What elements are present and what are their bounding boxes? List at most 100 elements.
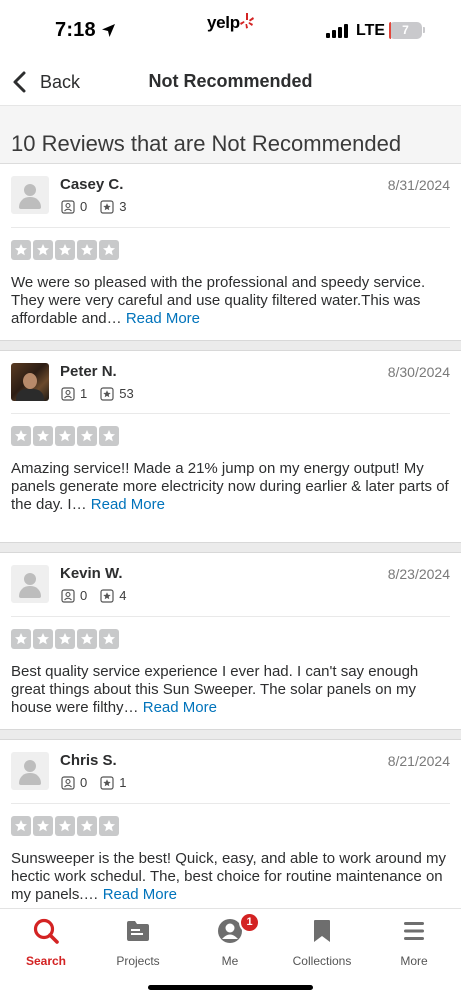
star-icon xyxy=(77,816,97,836)
review-text: Amazing service!! Made a 21% jump on my … xyxy=(11,460,450,514)
reviewer-stats: 0 4 xyxy=(61,588,139,603)
reviewer-stats: 1 53 xyxy=(61,386,147,401)
notification-badge: 1 xyxy=(239,912,260,933)
star-rating xyxy=(11,240,121,260)
star-icon xyxy=(55,816,75,836)
review-text: We were so pleased with the professional… xyxy=(11,274,450,328)
read-more-link[interactable]: Read More xyxy=(91,496,165,513)
review-text: Best quality service experience I ever h… xyxy=(11,663,450,717)
reviewer-stats: 0 3 xyxy=(61,199,139,214)
star-icon xyxy=(11,816,31,836)
divider xyxy=(11,803,450,804)
tab-projects[interactable]: Projects xyxy=(92,917,184,968)
review-item: Kevin W. 8/23/2024 0 4 Best quality serv… xyxy=(0,553,461,729)
star-icon xyxy=(55,629,75,649)
star-icon xyxy=(11,426,31,446)
review-count-icon xyxy=(100,199,114,214)
star-icon xyxy=(33,426,53,446)
reviewer-name[interactable]: Chris S. xyxy=(60,752,117,769)
navigation-bar: Back Not Recommended xyxy=(0,56,461,106)
battery-cap xyxy=(423,27,425,33)
search-icon xyxy=(33,918,59,944)
review-count: 4 xyxy=(119,588,127,603)
star-icon xyxy=(77,629,97,649)
review-date: 8/23/2024 xyxy=(387,566,450,582)
friends-icon xyxy=(61,386,75,401)
reviewer-stats: 0 1 xyxy=(61,775,139,790)
friend-count: 1 xyxy=(80,386,88,401)
friends-icon xyxy=(61,199,75,214)
tab-search[interactable]: Search xyxy=(0,917,92,968)
reviewer-name[interactable]: Peter N. xyxy=(60,363,117,380)
star-icon xyxy=(55,240,75,260)
network-type: LTE xyxy=(356,22,386,39)
tab-more[interactable]: More xyxy=(368,917,460,968)
default-avatar[interactable] xyxy=(11,565,49,603)
review-count: 1 xyxy=(119,775,127,790)
friend-count: 0 xyxy=(80,588,88,603)
review-count-icon xyxy=(100,775,114,790)
projects-icon xyxy=(127,921,149,941)
battery-level: 7 xyxy=(402,23,409,37)
star-icon xyxy=(77,426,97,446)
star-icon xyxy=(99,426,119,446)
tab-collections[interactable]: Collections xyxy=(276,917,368,968)
review-count: 3 xyxy=(119,199,127,214)
review-separator xyxy=(0,542,461,553)
review-item: Casey C. 8/31/2024 0 3 We were so please… xyxy=(0,164,461,340)
user-photo[interactable] xyxy=(11,363,49,401)
default-avatar[interactable] xyxy=(11,752,49,790)
default-avatar[interactable] xyxy=(11,176,49,214)
yelp-logo: yelp xyxy=(207,13,240,32)
star-icon xyxy=(99,629,119,649)
tab-label: Collections xyxy=(292,954,352,968)
review-separator xyxy=(0,729,461,740)
review-count: 53 xyxy=(119,386,134,401)
divider xyxy=(11,413,450,414)
location-arrow-icon xyxy=(102,24,115,37)
section-header: 10 Reviews that are Not Recommended xyxy=(0,106,461,164)
star-icon xyxy=(33,816,53,836)
star-rating xyxy=(11,816,121,836)
review-text: Sunsweeper is the best! Quick, easy, and… xyxy=(11,850,450,904)
star-icon xyxy=(55,426,75,446)
star-icon xyxy=(11,629,31,649)
status-bar: 7:18 yelp LTE 7 xyxy=(0,0,461,56)
read-more-link[interactable]: Read More xyxy=(143,699,217,716)
yelp-burst-icon xyxy=(240,13,254,29)
star-rating xyxy=(11,426,121,446)
review-item: Peter N. 8/30/2024 1 53 Amazing service!… xyxy=(0,351,461,542)
tab-me[interactable]: 1 Me xyxy=(184,912,276,968)
review-item: Chris S. 8/21/2024 0 1 Sunsweeper is the… xyxy=(0,740,461,908)
read-more-link[interactable]: Read More xyxy=(126,310,200,327)
review-body: Amazing service!! Made a 21% jump on my … xyxy=(11,460,449,513)
star-icon xyxy=(99,816,119,836)
friend-count: 0 xyxy=(80,199,88,214)
tab-label: More xyxy=(400,954,428,968)
reviewer-name[interactable]: Casey C. xyxy=(60,176,123,193)
menu-icon xyxy=(404,922,424,940)
review-body: Sunsweeper is the best! Quick, easy, and… xyxy=(11,850,446,903)
tab-label: Projects xyxy=(116,954,160,968)
review-count-icon xyxy=(100,588,114,603)
tab-label: Search xyxy=(25,954,67,968)
review-date: 8/30/2024 xyxy=(387,364,450,380)
signal-strength-icon xyxy=(326,24,350,38)
review-body: We were so pleased with the professional… xyxy=(11,274,426,327)
page-title: Not Recommended xyxy=(148,71,313,91)
friend-count: 0 xyxy=(80,775,88,790)
reviewer-name[interactable]: Kevin W. xyxy=(60,565,123,582)
tab-label: Me xyxy=(221,954,239,968)
review-date: 8/31/2024 xyxy=(387,177,450,193)
star-rating xyxy=(11,629,121,649)
home-indicator[interactable] xyxy=(148,985,313,990)
star-icon xyxy=(11,240,31,260)
battery-icon: 7 xyxy=(389,22,422,39)
read-more-link[interactable]: Read More xyxy=(103,886,177,903)
section-title: 10 Reviews that are Not Recommended xyxy=(11,131,402,156)
review-date: 8/21/2024 xyxy=(387,753,450,769)
friends-icon xyxy=(61,588,75,603)
star-icon xyxy=(77,240,97,260)
star-icon xyxy=(33,629,53,649)
bookmark-icon xyxy=(314,920,330,942)
